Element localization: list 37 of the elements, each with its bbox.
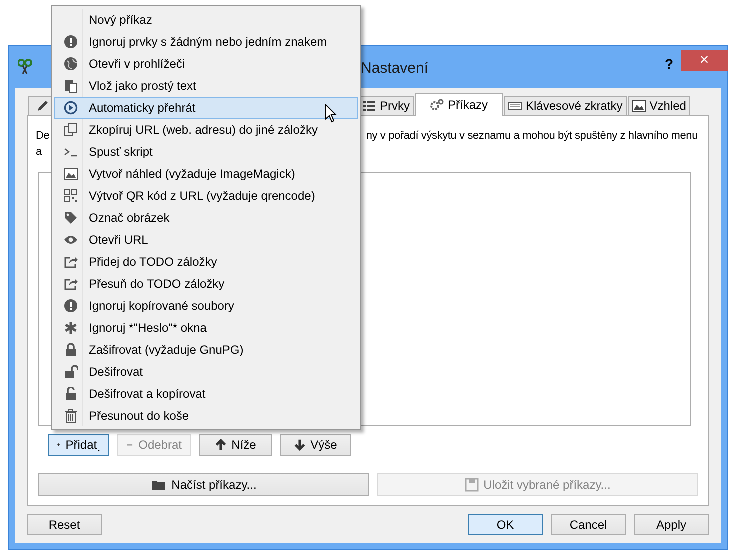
- window-title: Nastavení: [361, 59, 429, 79]
- down-button[interactable]: Níže: [199, 434, 272, 456]
- menu-item[interactable]: Přesuň do TODO záložky: [54, 273, 358, 295]
- menu-item[interactable]: Výtvoř QR kód z URL (vyžaduje qrencode): [54, 185, 358, 207]
- menu-item[interactable]: Otevři URL: [54, 229, 358, 251]
- menu-item[interactable]: Zašifrovat (vyžaduje GnuPG): [54, 339, 358, 361]
- menu-item[interactable]: Ignoruj prvky s žádným nebo jedním znakem: [54, 31, 358, 53]
- menu-item[interactable]: Vytvoř náhled (vyžaduje ImageMagick): [54, 163, 358, 185]
- menu-item[interactable]: Automaticky přehrát: [54, 97, 358, 119]
- apply-button[interactable]: Apply: [634, 514, 709, 535]
- menu-item[interactable]: Spusť skript: [54, 141, 358, 163]
- help-button[interactable]: ?: [661, 54, 678, 75]
- menu-item[interactable]: Otevři v prohlížeči: [54, 53, 358, 75]
- menu-item[interactable]: Označ obrázek: [54, 207, 358, 229]
- up-button[interactable]: Výše: [280, 434, 351, 456]
- cancel-button[interactable]: Cancel: [551, 514, 626, 535]
- close-button[interactable]: ×: [681, 50, 728, 71]
- menu-item[interactable]: Nový příkaz: [54, 9, 358, 31]
- description-text: ny v pořadí výskytu v seznamu a mohou být spuštěny z hlavního menu: [366, 129, 698, 144]
- ok-button[interactable]: OK: [468, 514, 543, 535]
- description-text: De: [36, 129, 50, 144]
- add-button[interactable]: Přidat: [48, 434, 109, 456]
- menu-item[interactable]: Ignoruj kopírované soubory: [54, 295, 358, 317]
- tab[interactable]: Příkazy: [415, 93, 504, 116]
- menu-item[interactable]: Ignoruj *"Heslo"* okna: [54, 317, 358, 339]
- tab[interactable]: Vzhled: [628, 96, 690, 115]
- menu-item[interactable]: Dešifrovat a kopírovat: [54, 383, 358, 405]
- load-commands-button[interactable]: Načíst příkazy...: [38, 473, 370, 496]
- menu-item[interactable]: Přesunout do koše: [54, 405, 358, 427]
- menu-item[interactable]: Vlož jako prostý text: [54, 75, 358, 97]
- reset-button[interactable]: Reset: [27, 514, 102, 535]
- menu-item[interactable]: Zkopíruj URL (web. adresu) do jiné záložky: [54, 119, 358, 141]
- tab[interactable]: Prvky: [358, 96, 414, 115]
- tab[interactable]: Klávesové zkratky: [504, 96, 627, 115]
- menu-item[interactable]: Dešifrovat: [54, 361, 358, 383]
- description-text: a: [36, 145, 42, 160]
- menu-item[interactable]: Přidej do TODO záložky: [54, 251, 358, 273]
